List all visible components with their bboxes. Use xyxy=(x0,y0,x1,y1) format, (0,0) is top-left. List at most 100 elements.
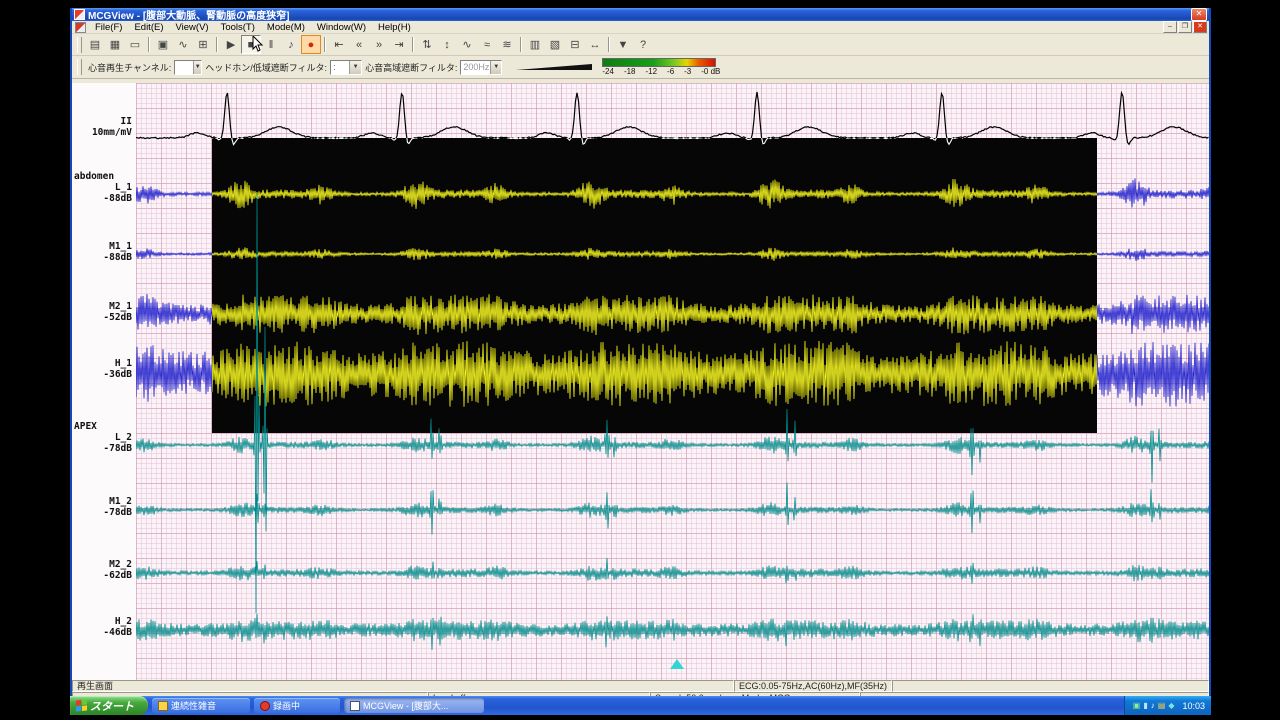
multi-wave-icon[interactable]: ≋ xyxy=(497,35,517,54)
controls-bar: 心音再生チャンネル: ▼ ヘッドホン/低域遮断フィルタ: :▼ 心音高域遮断フィ… xyxy=(72,56,1209,79)
play-channel-select[interactable]: ▼ xyxy=(174,60,202,75)
menu-item-edit[interactable]: Edit(E) xyxy=(128,22,169,33)
mdi-close-button[interactable]: ✕ xyxy=(1193,21,1207,33)
taskbar-task-2[interactable]: MCGView - [腹部大... xyxy=(344,698,484,713)
go-end-icon[interactable]: ⇥ xyxy=(389,35,409,54)
db-tick: -18 xyxy=(624,67,636,76)
go-start-icon[interactable]: ⇤ xyxy=(329,35,349,54)
usb-icon[interactable]: ◆ xyxy=(1168,701,1174,711)
playback-position-marker[interactable] xyxy=(670,659,684,669)
toolbar-separator xyxy=(148,37,150,52)
gain-updown-icon[interactable]: ⇅ xyxy=(417,35,437,54)
smooth-wave-icon[interactable]: ≈ xyxy=(477,35,497,54)
task-icon xyxy=(260,701,270,711)
layout-rows-icon[interactable]: ▥ xyxy=(525,35,545,54)
mouse-cursor xyxy=(252,36,265,53)
mcgview-window: MCGView - [腹部大動脈、腎動脈の高度狭窄] ✕ File(F)Edit… xyxy=(70,8,1211,696)
waveform-plot[interactable] xyxy=(136,83,1209,680)
sound-icon[interactable]: ♪ xyxy=(281,35,301,54)
network-icon[interactable]: ▮ xyxy=(1143,701,1147,711)
channel-label-abd-M2_1: M2_1-52dB xyxy=(74,301,132,323)
volume-icon[interactable]: ♪ xyxy=(1151,701,1155,711)
task-icon xyxy=(350,701,360,711)
menu-item-help[interactable]: Help(H) xyxy=(372,22,417,33)
db-tick: -12 xyxy=(645,67,657,76)
start-button[interactable]: スタート xyxy=(70,696,148,715)
channel-label-ecg-II: II10mm/mV xyxy=(74,116,132,138)
status-row-1: 再生画面 ECG:0.05-75Hz,AC(60Hz),MF(35Hz) xyxy=(72,680,1209,692)
trace-apex-M1_2 xyxy=(136,483,1209,535)
taskbar-clock: 10:03 xyxy=(1182,701,1205,711)
forward-icon[interactable]: » xyxy=(369,35,389,54)
channel-label-abd-H_1: H_1-36dB xyxy=(74,358,132,380)
toolbar-grip[interactable] xyxy=(77,37,82,53)
snapshot-icon[interactable]: ▣ xyxy=(153,35,173,54)
toolbar-separator xyxy=(324,37,326,52)
open-folder-icon[interactable]: ▤ xyxy=(85,35,105,54)
level-meter-bar xyxy=(602,58,716,67)
trace-ecg-II xyxy=(136,92,1209,145)
app-icon xyxy=(74,9,85,20)
grid-settings-icon[interactable]: ⊞ xyxy=(193,35,213,54)
save-icon[interactable]: ▦ xyxy=(105,35,125,54)
marker-icon[interactable]: ▼ xyxy=(613,35,633,54)
menu-item-mode[interactable]: Mode(M) xyxy=(261,22,311,33)
menu-bar: File(F)Edit(E)View(V)Tools(T)Mode(M)Wind… xyxy=(72,21,1209,34)
title-bar[interactable]: MCGView - [腹部大動脈、腎動脈の高度狭窄] ✕ xyxy=(72,8,1209,21)
play-icon[interactable]: ▶ xyxy=(221,35,241,54)
system-tray: ▣▮ ♪▤◆ 10:03 xyxy=(1124,696,1211,715)
channel-label-abd-M1_1: M1_1-88dB xyxy=(74,241,132,263)
menu-item-file[interactable]: File(F) xyxy=(89,22,128,33)
display-icon[interactable]: ▤ xyxy=(1158,701,1166,711)
menu-item-window[interactable]: Window(W) xyxy=(311,22,372,33)
highcut-label: 心音高域遮断フィルタ: xyxy=(365,61,457,74)
filter-wave-icon[interactable]: ∿ xyxy=(457,35,477,54)
taskbar-task-1[interactable]: 録画中 xyxy=(254,698,340,713)
compress-icon[interactable]: ⊟ xyxy=(565,35,585,54)
channel-label-column: II10mm/mV abdomenL_1-88dB M1_1-88dB M2_1-52… xyxy=(72,83,136,680)
channel-label-abd-L1: abdomenL_1-88dB xyxy=(74,171,132,204)
close-button[interactable]: ✕ xyxy=(1191,8,1207,21)
level-meter: -24-18-12-6-3-0 dB xyxy=(602,58,720,76)
db-tick: -6 xyxy=(667,67,674,76)
windows-flag-icon xyxy=(76,699,87,711)
screen: MCGView - [腹部大動脈、腎動脈の高度狭窄] ✕ File(F)Edit… xyxy=(0,0,1280,720)
menu-item-tools[interactable]: Tools(T) xyxy=(215,22,261,33)
taskbar: スタート 連続性雑音録画中 MCGView - [腹部大... ▣▮ ♪▤◆ 10:… xyxy=(70,696,1211,715)
toolbar-separator xyxy=(216,37,218,52)
rewind-icon[interactable]: « xyxy=(349,35,369,54)
scale-vertical-icon[interactable]: ↕ xyxy=(437,35,457,54)
mdi-minimize-button[interactable]: – xyxy=(1163,21,1177,33)
highcut-select[interactable]: 200Hz▼ xyxy=(460,60,502,75)
print-icon[interactable]: ▭ xyxy=(125,35,145,54)
lowcut-select[interactable]: :▼ xyxy=(330,60,362,75)
signal-chart: II10mm/mV abdomenL_1-88dB M1_1-88dB M2_1-52… xyxy=(72,83,1209,680)
toolbar-separator xyxy=(608,37,610,52)
antivirus-icon[interactable]: ▣ xyxy=(1133,701,1141,711)
time-scale-icon[interactable]: ↔ xyxy=(585,35,605,54)
channel-label-apex-H_2: H_2-46dB xyxy=(74,616,132,638)
db-tick: -3 xyxy=(684,67,691,76)
mdi-child-icon[interactable] xyxy=(75,22,86,33)
taskbar-task-0[interactable]: 連続性雑音 xyxy=(152,698,250,713)
trace-ecg-II-selected xyxy=(136,92,1209,145)
menu-item-view[interactable]: View(V) xyxy=(170,22,215,33)
trace-apex-H_2 xyxy=(136,614,1209,650)
layout-split-icon[interactable]: ▧ xyxy=(545,35,565,54)
controls-grip[interactable] xyxy=(77,59,82,75)
channel-label-apex-M2_2: M2_2-62dB xyxy=(74,559,132,581)
help-icon[interactable]: ? xyxy=(633,35,653,54)
toolbar: ▤▦▭▣∿⊞▶■‖♪●⇤«»⇥⇅↕∿≈≋▥▧⊟↔▼? xyxy=(72,34,1209,56)
record-icon[interactable]: ● xyxy=(301,35,321,54)
channel-label-apex-M1_2: M1_2-78dB xyxy=(74,496,132,518)
volume-slider[interactable] xyxy=(516,62,594,72)
wave-copy-icon[interactable]: ∿ xyxy=(173,35,193,54)
task-icon xyxy=(158,701,168,711)
waveform-svg[interactable] xyxy=(136,83,1209,680)
channel-label-apex-L_2: APEXL_2-78dB xyxy=(74,421,132,454)
db-tick: -24 xyxy=(602,67,614,76)
status-ecg-panel: ECG:0.05-75Hz,AC(60Hz),MF(35Hz) xyxy=(734,680,892,692)
mdi-restore-button[interactable]: ❐ xyxy=(1178,21,1192,33)
toolbar-separator xyxy=(412,37,414,52)
trace-apex-M2_2 xyxy=(136,558,1209,584)
